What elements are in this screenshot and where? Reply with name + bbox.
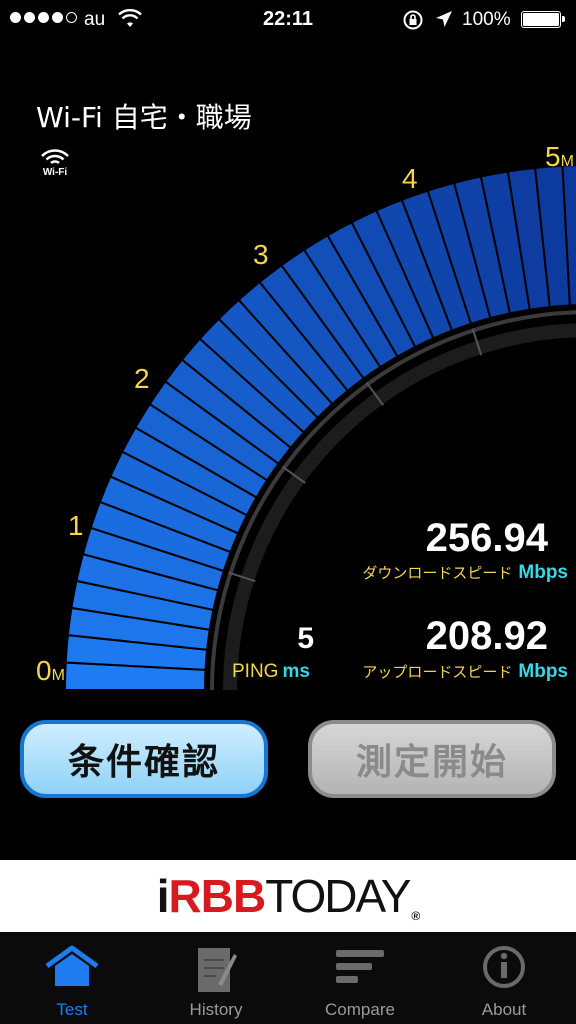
logo-registered-mark: ®	[411, 909, 420, 923]
battery-percentage: 100%	[462, 9, 511, 30]
check-conditions-button[interactable]: 条件確認	[20, 720, 268, 798]
tab-history-label: History	[189, 1000, 243, 1019]
gauge-scale-label: 4	[402, 163, 418, 194]
download-caption: ダウンロードスピード Mbps	[336, 562, 568, 584]
gauge-scale-label: 3	[253, 239, 269, 270]
info-icon	[432, 944, 576, 994]
download-speed-unit: Mbps	[518, 562, 568, 583]
logo-part-i: i	[156, 870, 170, 922]
gauge-scale-label: 5M	[545, 141, 574, 172]
ad-banner[interactable]: iRBBTODAY ®	[0, 860, 576, 932]
notepad-icon	[144, 944, 288, 994]
tab-compare-label: Compare	[325, 1000, 395, 1019]
upload-speed-unit: Mbps	[518, 661, 568, 682]
ping-unit: ms	[282, 661, 310, 682]
logo-part-today: TODAY	[265, 870, 411, 922]
tab-history[interactable]: History	[144, 932, 288, 1024]
status-bar: au 22:11 100%	[0, 0, 576, 40]
rotation-lock-icon	[402, 9, 424, 36]
rbbtoday-logo: iRBBTODAY ®	[157, 869, 420, 923]
gauge-scale-label: 0M	[36, 655, 65, 686]
ping-caption: PING ms	[232, 661, 310, 683]
upload-speed-label: アップロードスピード	[362, 664, 513, 681]
upload-caption: アップロードスピード Mbps	[336, 661, 568, 683]
upload-readout: 208.92	[360, 614, 548, 659]
download-speed-label: ダウンロードスピード	[362, 565, 513, 582]
download-speed-value: 256.94	[425, 516, 548, 560]
network-title: Wi-Fi 自宅・職場	[36, 101, 252, 134]
tab-compare[interactable]: Compare	[288, 932, 432, 1024]
ping-value: 5	[297, 622, 314, 655]
tab-bar: Test History Compare About	[0, 932, 576, 1024]
battery-icon	[521, 11, 565, 28]
tab-test-label: Test	[56, 1000, 88, 1019]
start-measurement-button[interactable]: 測定開始	[308, 720, 556, 798]
upload-speed-value: 208.92	[425, 614, 548, 658]
location-arrow-icon	[434, 9, 454, 34]
house-icon	[0, 944, 144, 994]
tab-test[interactable]: Test	[0, 932, 144, 1024]
tab-about-label: About	[481, 1000, 527, 1019]
gauge-scale-label: 1	[68, 510, 84, 541]
gauge-scale-label: 2	[134, 363, 150, 394]
tab-about[interactable]: About	[432, 932, 576, 1024]
download-readout: 256.94	[360, 516, 548, 561]
logo-part-rbb: RBB	[168, 870, 267, 922]
bars-icon	[288, 944, 432, 994]
ping-label: PING	[232, 661, 279, 682]
